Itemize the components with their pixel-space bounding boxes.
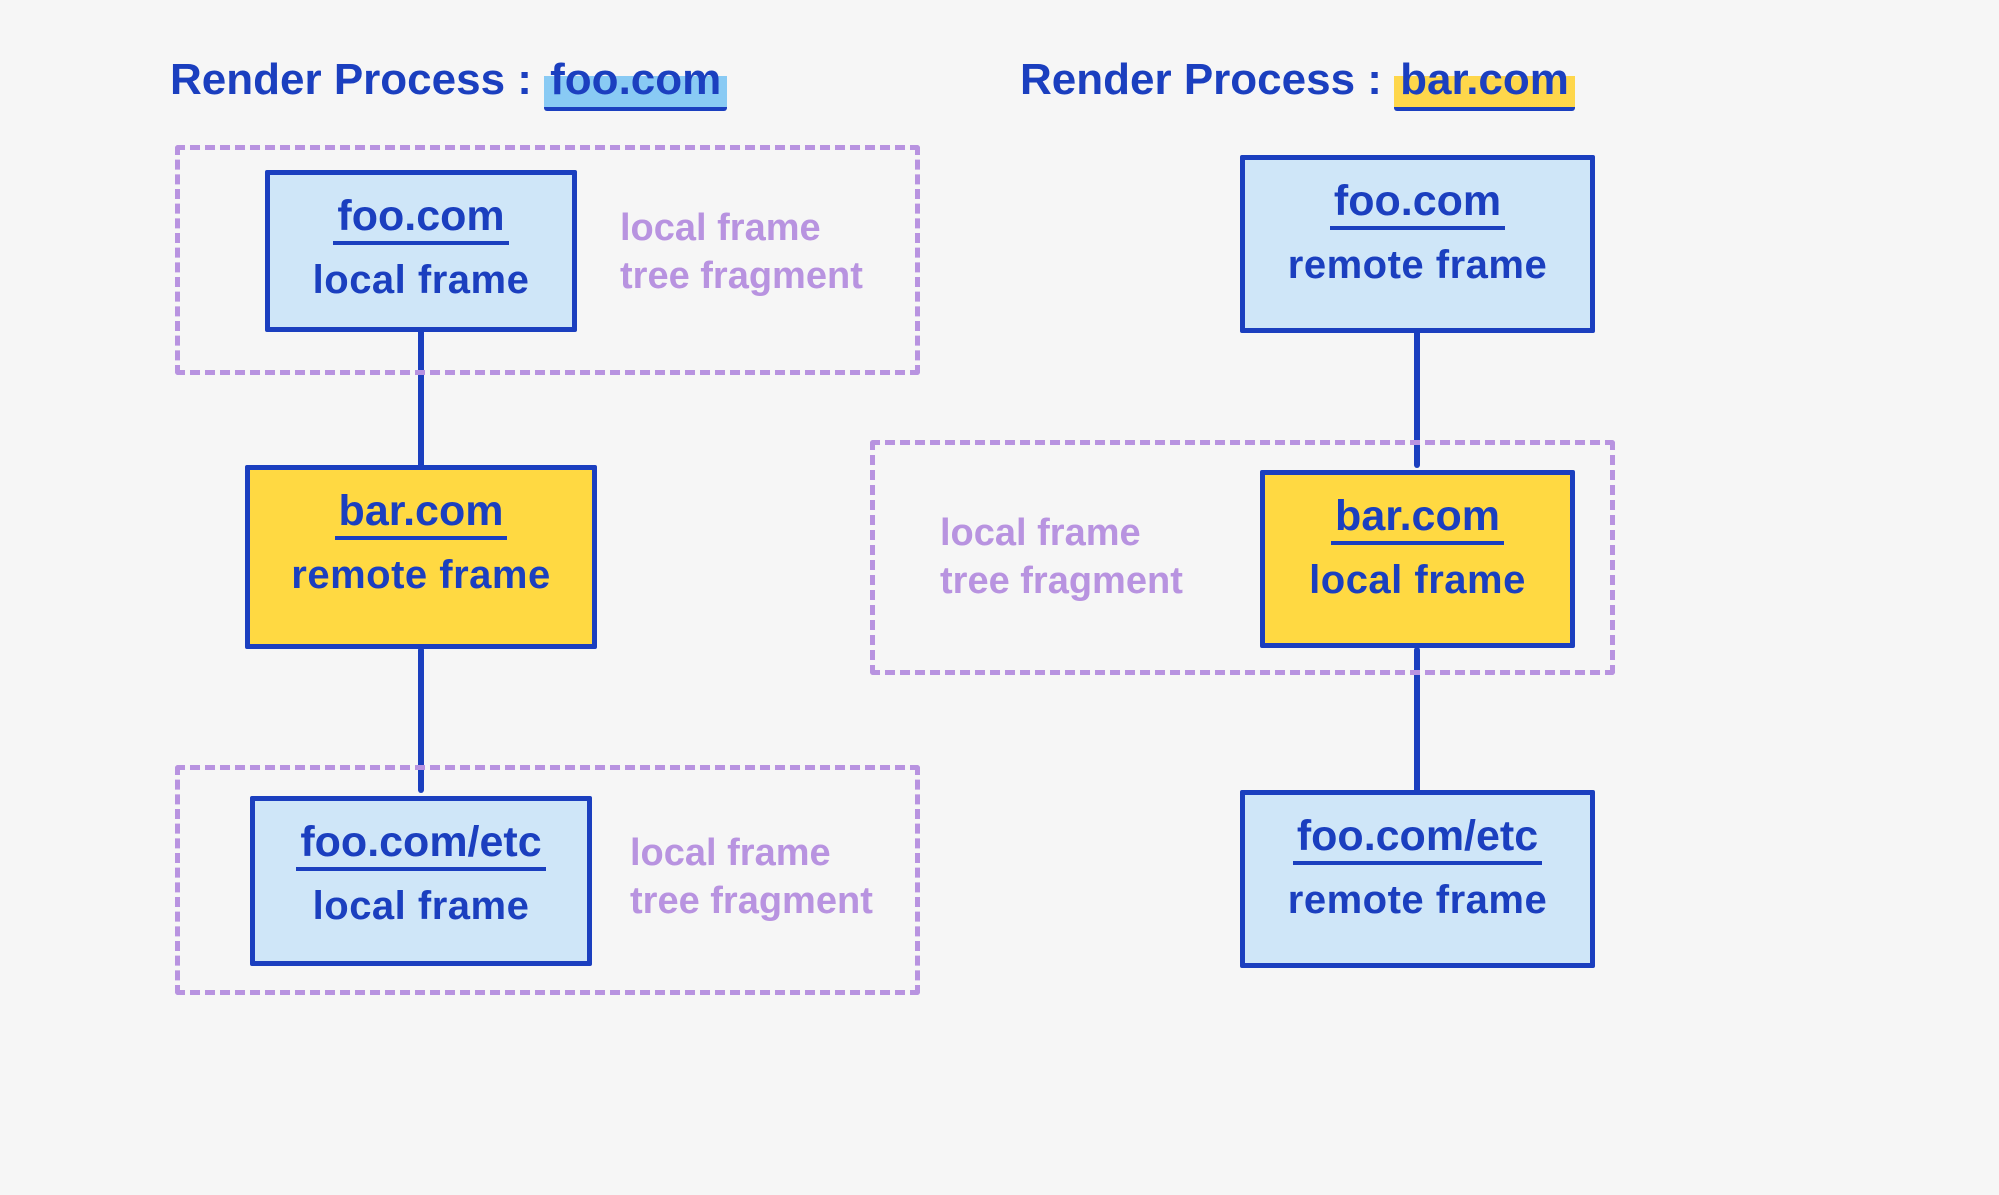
- title-right-domain: bar.com: [1394, 55, 1575, 111]
- node-right-0-site: foo.com: [1330, 178, 1505, 230]
- title-left-prefix: Render Process :: [170, 55, 544, 104]
- node-right-0: foo.com remote frame: [1240, 155, 1595, 333]
- node-left-1: bar.com remote frame: [245, 465, 597, 649]
- title-right: Render Process : bar.com: [1020, 55, 1575, 111]
- node-right-2-role: remote frame: [1267, 879, 1568, 921]
- node-left-0-site: foo.com: [333, 193, 508, 245]
- node-left-2-role: local frame: [277, 885, 565, 927]
- title-left: Render Process : foo.com: [170, 55, 727, 111]
- diagram-canvas: Render Process : foo.com foo.com local f…: [0, 0, 1999, 1195]
- node-right-0-role: remote frame: [1267, 244, 1568, 286]
- fragment-label-left-2: local frame tree fragment: [630, 830, 873, 925]
- node-left-1-site: bar.com: [335, 488, 508, 540]
- node-right-2: foo.com/etc remote frame: [1240, 790, 1595, 968]
- node-right-1-site: bar.com: [1331, 493, 1504, 545]
- node-right-2-site: foo.com/etc: [1293, 813, 1542, 865]
- node-left-2: foo.com/etc local frame: [250, 796, 592, 966]
- node-left-0: foo.com local frame: [265, 170, 577, 332]
- node-right-1: bar.com local frame: [1260, 470, 1575, 648]
- node-left-2-site: foo.com/etc: [296, 819, 545, 871]
- fragment-label-right-1: local frame tree fragment: [940, 510, 1183, 605]
- node-right-1-role: local frame: [1287, 559, 1548, 601]
- node-left-0-role: local frame: [292, 259, 550, 301]
- title-left-domain: foo.com: [544, 55, 727, 111]
- node-left-1-role: remote frame: [272, 554, 570, 596]
- title-right-prefix: Render Process :: [1020, 55, 1394, 104]
- fragment-label-left-0: local frame tree fragment: [620, 205, 863, 300]
